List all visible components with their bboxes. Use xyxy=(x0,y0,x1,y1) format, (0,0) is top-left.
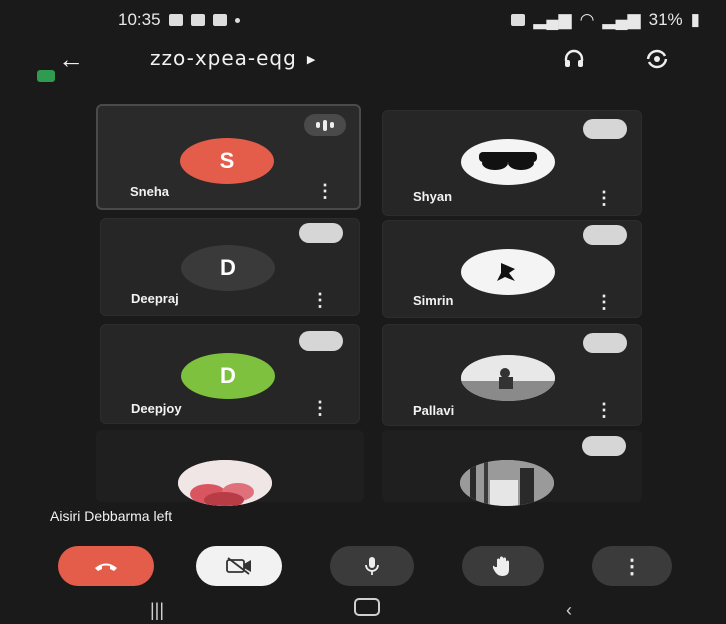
status-bar: 10:35 ▂▄▆ ◠ ▂▄▆ 31% ▮ xyxy=(0,0,726,40)
phone-hangup-icon xyxy=(95,563,117,571)
participant-name: Sneha xyxy=(130,184,170,199)
participant-tile[interactable]: Simrin ⋮ xyxy=(382,220,642,318)
mic-off-icon xyxy=(583,225,627,245)
more-vert-icon[interactable]: ⋮ xyxy=(595,293,613,311)
status-time: 10:35 xyxy=(118,10,161,29)
participant-name: Deepjoy xyxy=(131,401,182,416)
avatar xyxy=(460,460,554,506)
participant-tile[interactable] xyxy=(382,430,642,506)
meeting-code: zzo-xpea-eqg xyxy=(150,46,297,70)
more-notifications-icon xyxy=(234,17,240,23)
participant-tile[interactable]: D Deepjoy ⋮ xyxy=(100,324,360,424)
avatar xyxy=(461,249,555,295)
avatar-image xyxy=(497,263,515,281)
back-icon[interactable]: ‹ xyxy=(566,600,572,621)
switch-camera-icon xyxy=(646,49,668,69)
meeting-header: ← zzo-xpea-eqg ▶ xyxy=(0,38,726,82)
avatar: D xyxy=(181,245,275,291)
signal-icon: ▂▄▆ xyxy=(533,10,572,29)
participant-tile[interactable]: Shyan ⋮ xyxy=(382,110,642,216)
camera-toggle-button[interactable] xyxy=(196,546,282,586)
call-controls: ⋮ xyxy=(0,540,726,590)
raise-hand-icon xyxy=(493,556,509,576)
avatar xyxy=(461,139,555,185)
participant-name: Pallavi xyxy=(413,403,455,418)
avatar: S xyxy=(180,138,274,184)
chat-icon xyxy=(212,14,227,26)
mic-off-icon xyxy=(299,331,343,351)
avatar-image xyxy=(461,355,555,401)
audio-output-button[interactable] xyxy=(561,46,587,72)
more-vert-icon[interactable]: ⋮ xyxy=(311,291,329,309)
more-vert-icon[interactable]: ⋮ xyxy=(595,189,613,207)
avatar-image xyxy=(460,460,554,506)
signal-2-icon: ▂▄▆ xyxy=(602,10,641,29)
encryption-badge-icon xyxy=(37,70,55,82)
more-vert-icon[interactable]: ⋮ xyxy=(311,399,329,417)
avatar-image xyxy=(178,460,272,506)
switch-camera-button[interactable] xyxy=(644,46,670,72)
headphones-icon xyxy=(564,49,584,67)
participant-tile[interactable]: Pallavi ⋮ xyxy=(382,324,642,426)
participant-tile[interactable]: S Sneha ⋮ xyxy=(96,104,361,210)
system-nav-bar: ||| ‹ xyxy=(0,596,726,624)
recents-icon[interactable]: ||| xyxy=(150,600,164,621)
participant-name: Simrin xyxy=(413,293,454,308)
avatar: D xyxy=(181,353,275,399)
raise-hand-button[interactable] xyxy=(462,546,544,586)
more-options-button[interactable]: ⋮ xyxy=(592,546,672,586)
avatar xyxy=(178,460,272,506)
avatar-initial: D xyxy=(220,255,236,280)
more-vert-icon[interactable]: ⋮ xyxy=(316,182,334,200)
mic-off-icon xyxy=(582,436,626,456)
camera-off-icon xyxy=(226,557,251,575)
microphone-icon xyxy=(365,557,379,575)
microphone-button[interactable] xyxy=(330,546,414,586)
more-vert-icon[interactable]: ⋮ xyxy=(595,401,613,419)
participant-tile[interactable]: D Deepraj ⋮ xyxy=(100,218,360,316)
caret-right-icon: ▶ xyxy=(306,53,317,66)
meeting-code-button[interactable]: zzo-xpea-eqg ▶ xyxy=(150,46,316,70)
participant-tile[interactable] xyxy=(96,430,364,506)
avatar-initial: D xyxy=(220,363,236,388)
mic-off-icon xyxy=(299,223,343,243)
avatar xyxy=(461,355,555,401)
mic-off-icon xyxy=(583,119,627,139)
back-arrow-icon[interactable]: ← xyxy=(58,44,84,75)
home-icon[interactable] xyxy=(354,598,380,616)
avatar-initial: S xyxy=(219,148,235,173)
notification-icon xyxy=(168,14,183,26)
participant-name: Deepraj xyxy=(131,291,179,306)
wifi-icon: ◠ xyxy=(579,10,595,29)
more-vert-icon: ⋮ xyxy=(622,555,642,578)
participant-name: Shyan xyxy=(413,189,453,204)
mic-off-icon xyxy=(583,333,627,353)
battery-percent: 31% xyxy=(648,10,683,29)
participant-left-notice: Aisiri Debbarma left xyxy=(50,508,173,524)
message-icon xyxy=(190,14,205,26)
speaking-indicator-icon xyxy=(304,114,346,136)
alarm-icon xyxy=(511,14,526,26)
battery-icon: ▮ xyxy=(690,10,700,29)
avatar-image xyxy=(479,152,537,170)
end-call-button[interactable] xyxy=(58,546,154,586)
